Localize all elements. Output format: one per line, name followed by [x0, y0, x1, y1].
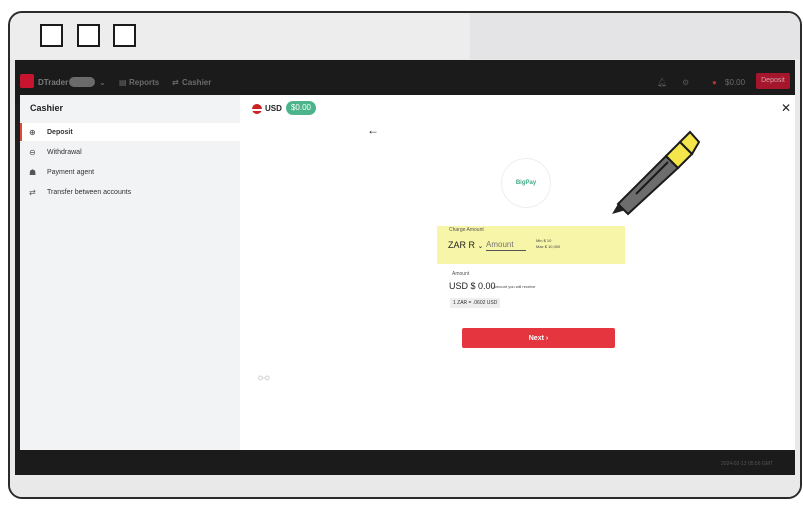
window-button-1[interactable]: [40, 24, 63, 47]
sidebar-item-label: Withdrawal: [47, 148, 82, 156]
currency-select[interactable]: ZAR R ⌄: [448, 240, 483, 250]
balance-badge: $0.00: [286, 101, 316, 115]
currency-select-value: ZAR R: [448, 240, 475, 250]
window-chrome: [10, 13, 800, 59]
cashier-sidebar: Cashier ⊕ Deposit ⊖ Withdrawal ☗ Payment…: [20, 95, 240, 450]
close-icon[interactable]: ✕: [781, 101, 791, 115]
sidebar-item-label: Deposit: [47, 128, 73, 136]
app-footer: 2024-02-13 05:56 GMT: [15, 450, 795, 475]
currency-label: USD: [265, 104, 282, 113]
deposit-icon: ⊕: [29, 127, 36, 137]
sidebar-item-withdrawal[interactable]: ⊖ Withdrawal: [20, 143, 240, 161]
withdrawal-icon: ⊖: [29, 147, 36, 157]
exchange-rate: 1 ZAR = .0602 USD: [450, 298, 501, 308]
nav-cashier[interactable]: Cashier: [182, 78, 211, 87]
window-chrome-right: [470, 13, 800, 59]
next-label: Next: [528, 334, 544, 342]
next-button[interactable]: Next ›: [462, 328, 615, 348]
amount-label: Amount: [452, 271, 470, 277]
charge-amount-label: Charge Amount: [449, 227, 484, 233]
sidebar-item-label: Transfer between accounts: [47, 188, 132, 196]
receive-note: • Amount you will receive: [491, 284, 536, 289]
sidebar-item-transfer[interactable]: ⇄ Transfer between accounts: [20, 183, 240, 201]
sidebar-item-label: Payment agent: [47, 168, 95, 176]
device-frame: DTrader ⌄ ▤ Reports ⇄ Cashier 🔔︎ ⚙ ● $0.…: [8, 11, 802, 499]
us-flag-icon: [252, 104, 262, 114]
max-value: $ 10,000: [544, 244, 561, 249]
header-balance[interactable]: $0.00: [725, 78, 745, 87]
sidebar-item-payment-agent[interactable]: ☗ Payment agent: [20, 163, 240, 181]
window-button-3[interactable]: [113, 24, 136, 47]
min-label: Min: [536, 238, 543, 243]
chevron-down-icon: ⌄: [477, 243, 484, 250]
cashier-nav-icon: ⇄: [172, 78, 179, 87]
cashier-title: Cashier: [30, 103, 64, 113]
cashier-header: USD $0.00 ✕: [240, 95, 795, 123]
amount-input[interactable]: [486, 238, 526, 251]
beta-badge: [69, 77, 95, 87]
gear-icon[interactable]: ⚙: [682, 78, 689, 87]
marker-pen-icon: [612, 130, 700, 216]
transfer-icon: ⇄: [29, 187, 36, 197]
app-window: DTrader ⌄ ▤ Reports ⇄ Cashier 🔔︎ ⚙ ● $0.…: [15, 60, 795, 475]
bell-icon[interactable]: 🔔︎: [657, 78, 667, 87]
server-time: 2024-02-13 05:56 GMT: [721, 461, 773, 467]
sidebar-item-deposit[interactable]: ⊕ Deposit: [20, 123, 240, 141]
frame-bottom-strip: [10, 477, 800, 497]
receive-amount: USD $ 0.00: [449, 281, 496, 291]
nav-reports[interactable]: Reports: [129, 78, 159, 87]
window-button-2[interactable]: [77, 24, 100, 47]
chevron-down-icon[interactable]: ⌄: [99, 78, 106, 87]
max-label: Max: [536, 244, 544, 249]
bigpay-logo: BigPay: [502, 159, 550, 207]
back-arrow-icon[interactable]: ←: [367, 123, 379, 137]
app-name[interactable]: DTrader: [38, 78, 68, 87]
chevron-right-icon: ›: [545, 334, 549, 342]
us-flag-icon: ●: [712, 78, 717, 87]
payment-agent-icon: ☗: [29, 167, 37, 177]
header-deposit-button[interactable]: Deposit: [756, 73, 790, 89]
min-max-info: Min $ 10 Max $ 10,000: [536, 238, 560, 250]
reports-icon: ▤: [119, 78, 127, 87]
min-value: $ 10: [543, 238, 552, 243]
watermark-icon: ⚯: [258, 370, 270, 386]
dtrader-logo-icon: [20, 74, 34, 88]
